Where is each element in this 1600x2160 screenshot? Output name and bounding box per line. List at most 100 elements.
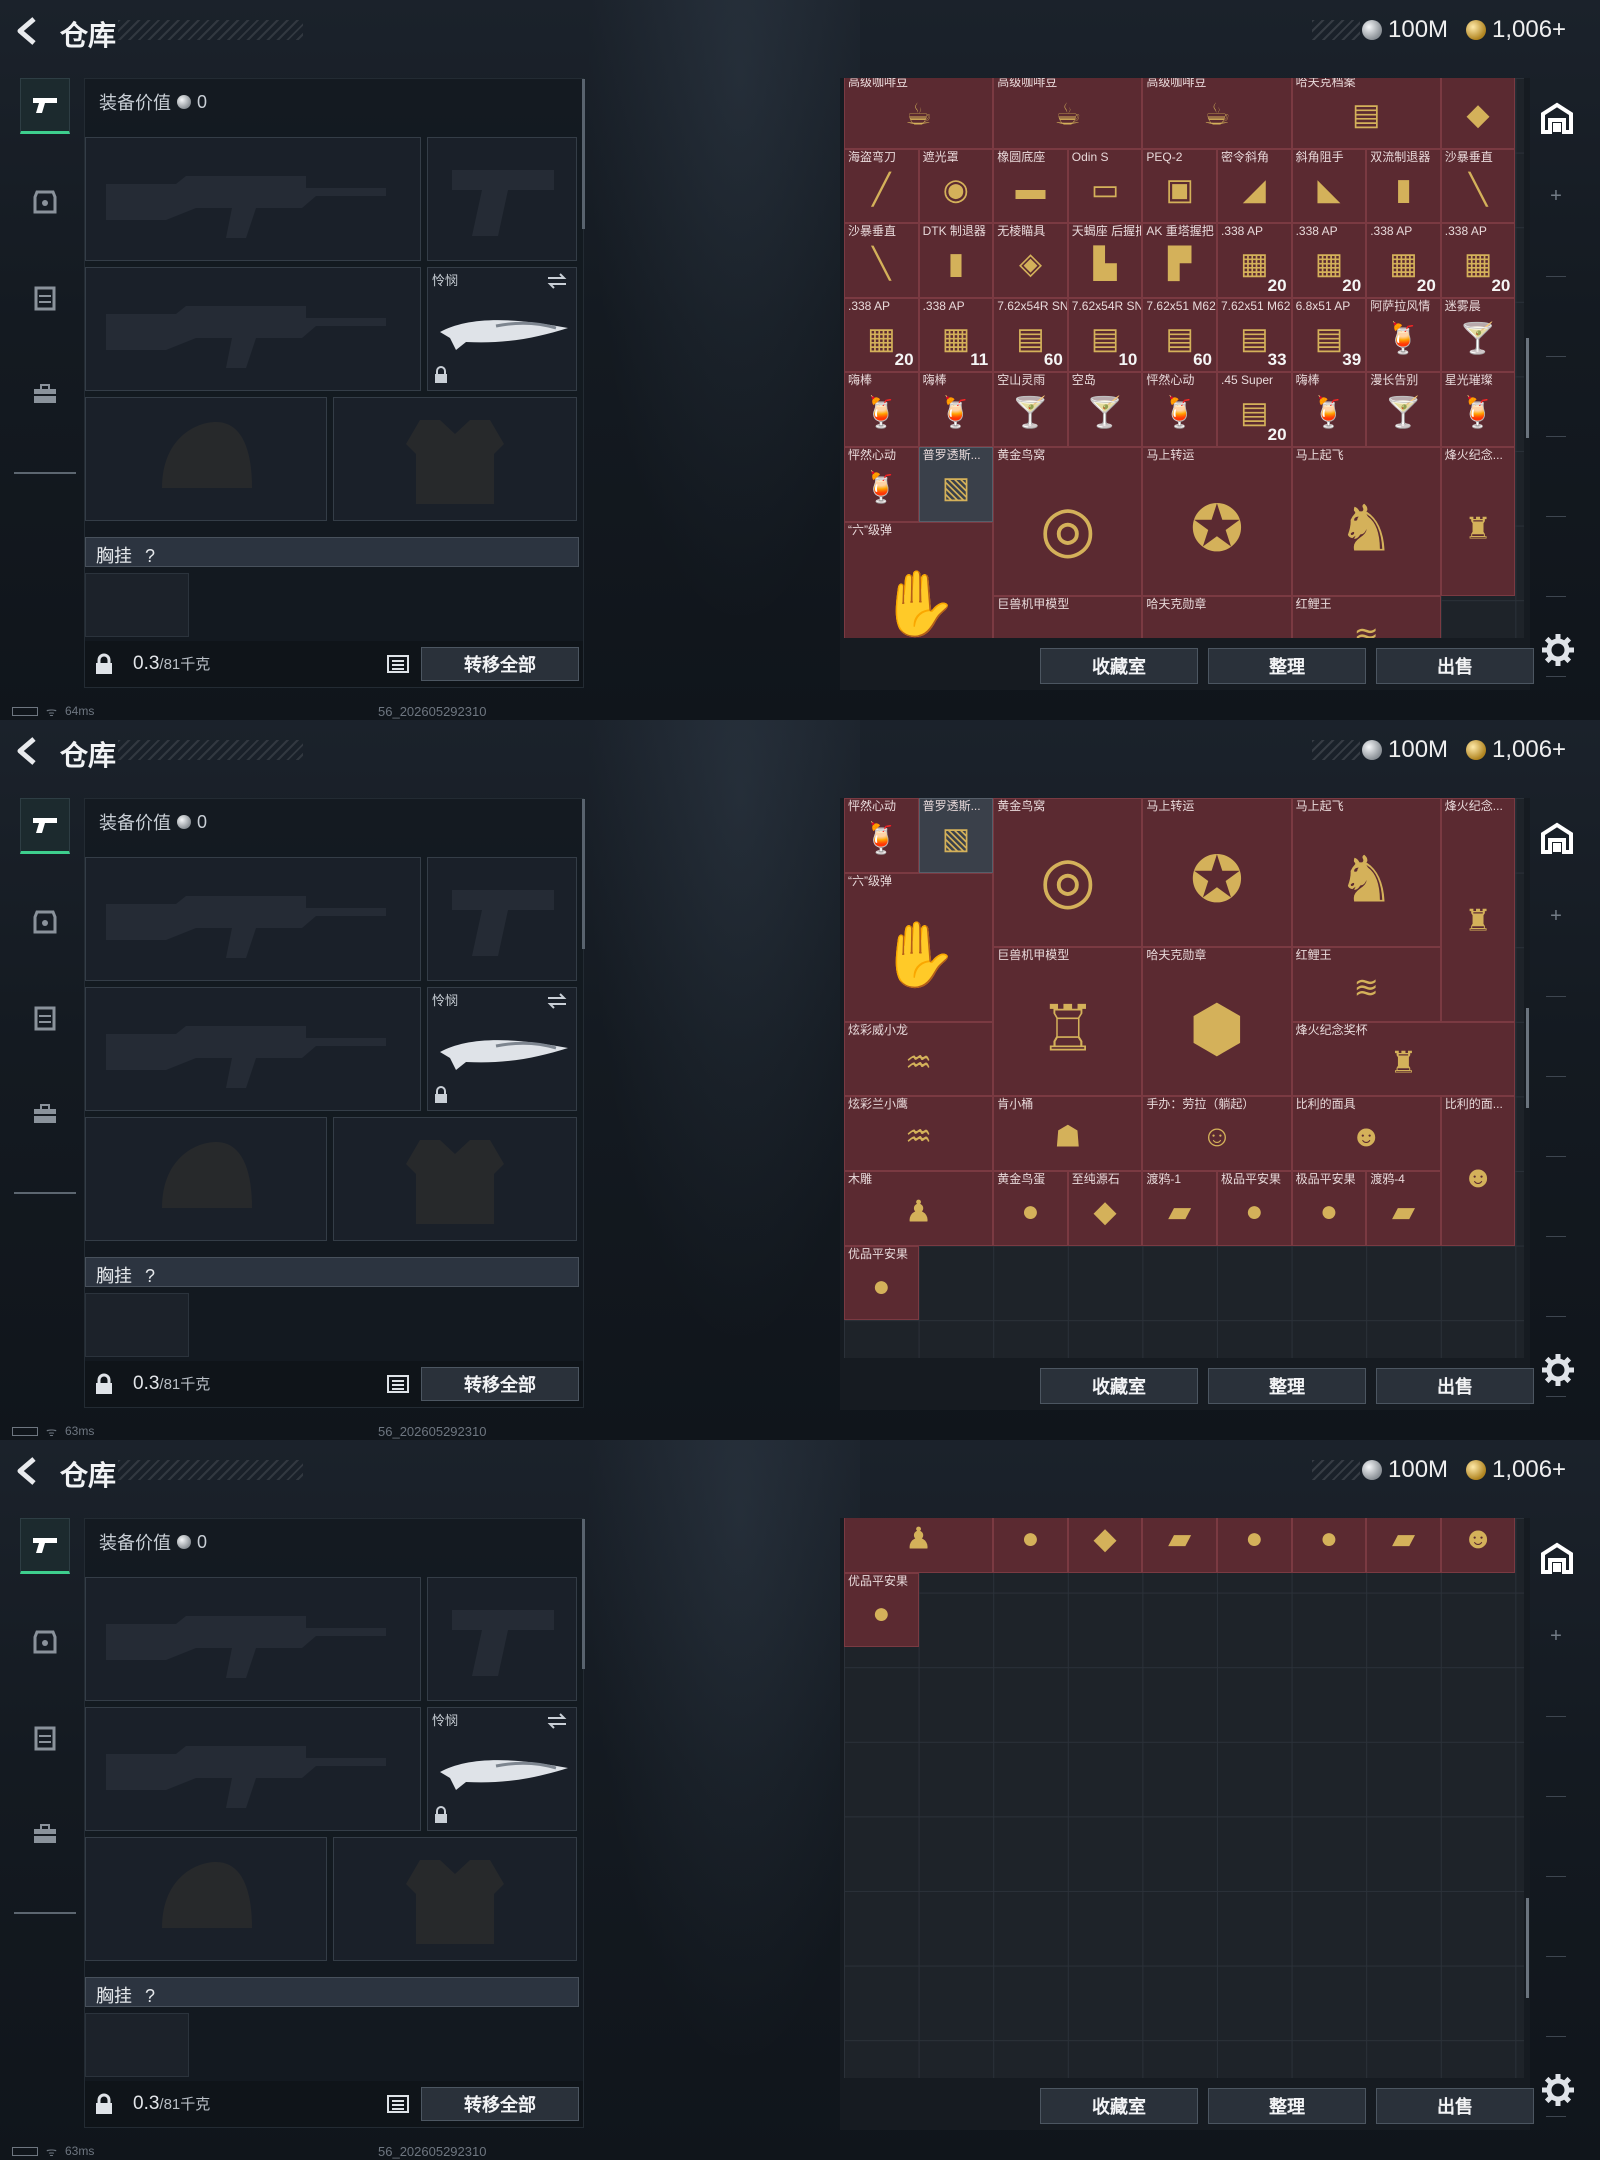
inventory-item[interactable]: ╲ 沙暴垂直 xyxy=(1440,148,1516,224)
warehouse-tab-button[interactable] xyxy=(1536,818,1578,860)
warehouse-tab-button[interactable] xyxy=(1536,1538,1578,1580)
inventory-item[interactable]: ◆ xyxy=(1440,78,1516,149)
settings-gear-icon[interactable] xyxy=(1540,1352,1576,1388)
swap-icon[interactable] xyxy=(546,992,568,1010)
inventory-item[interactable]: ▦ .338 AP 20 xyxy=(1217,223,1292,298)
help-icon[interactable]: ? xyxy=(145,1986,155,2006)
silver-currency[interactable]: 100M xyxy=(1362,735,1448,765)
settings-gear-icon[interactable] xyxy=(1540,632,1576,668)
chest-rig-slot[interactable] xyxy=(85,1293,189,1357)
transfer-all-button[interactable]: 转移全部 xyxy=(421,647,579,681)
chest-rig-slot[interactable] xyxy=(85,573,189,637)
pistol-slot[interactable] xyxy=(427,857,577,981)
inventory-item[interactable]: ◣ 斜角阻手 xyxy=(1291,148,1367,224)
transfer-all-button[interactable]: 转移全部 xyxy=(421,2087,579,2121)
inventory-item[interactable]: ╱ 海盗弯刀 xyxy=(844,148,919,224)
organize-button[interactable]: 整理 xyxy=(1208,648,1366,684)
inventory-item[interactable]: 🍸 漫长告别 xyxy=(1366,372,1441,447)
inventory-item[interactable]: ☕ 高级咖啡豆 xyxy=(1142,78,1292,149)
inventory-item[interactable]: ● 优品平安果 xyxy=(844,1572,919,1648)
inventory-item[interactable]: ▰ 渡鸦-1 xyxy=(1142,1171,1217,1246)
lock-icon[interactable] xyxy=(93,1373,115,1395)
inventory-item[interactable]: ▦ .338 AP 11 xyxy=(918,297,994,373)
inventory-item[interactable]: ✋ “六”级弹 xyxy=(844,521,994,638)
inventory-item[interactable]: ▭ Odin S xyxy=(1067,148,1143,224)
storage-scrollbar[interactable] xyxy=(1526,1898,1529,1998)
inventory-item[interactable]: ◉ 遮光罩 xyxy=(918,148,994,224)
inventory-item[interactable]: 🍸 迷雾晨 xyxy=(1440,297,1516,373)
helmet-slot[interactable] xyxy=(85,1117,327,1241)
equipment-scrollbar[interactable] xyxy=(582,799,585,949)
inventory-item[interactable]: 🍹 嗨棒 xyxy=(1291,372,1367,447)
inventory-item[interactable]: ✪ 马上转运 xyxy=(1142,798,1292,948)
collection-button[interactable]: 收藏室 xyxy=(1040,1368,1198,1404)
inventory-item[interactable]: ▦ .338 AP 20 xyxy=(1291,223,1367,298)
melee-slot[interactable]: 怜悯 xyxy=(427,987,577,1111)
inventory-item[interactable]: 🍹 星光璀璨 xyxy=(1440,372,1516,447)
swap-icon[interactable] xyxy=(546,272,568,290)
inventory-item[interactable]: ● 黄金鸟蛋 xyxy=(993,1171,1068,1246)
inventory-item[interactable]: ♖ 巨兽机甲模型 xyxy=(993,947,1143,1097)
silver-currency[interactable]: 100M xyxy=(1362,1455,1448,1485)
inventory-item[interactable]: 🍹 嗨棒 xyxy=(844,372,919,447)
back-arrow-icon[interactable] xyxy=(14,736,42,766)
inventory-item[interactable]: ▛ AK 重塔握把 xyxy=(1142,223,1217,298)
inventory-item[interactable]: ▬ 橡圆底座 xyxy=(993,148,1068,224)
help-icon[interactable]: ? xyxy=(145,546,155,566)
lock-icon[interactable] xyxy=(93,653,115,675)
inventory-item[interactable]: ≋ 红鲤王 xyxy=(1291,947,1441,1022)
inventory-item[interactable]: ● 极品平安果 xyxy=(1291,1171,1367,1246)
inventory-item[interactable]: ☕ 高级咖啡豆 xyxy=(844,78,994,149)
primary-weapon-slot[interactable] xyxy=(85,1577,421,1701)
melee-slot[interactable]: 怜悯 xyxy=(427,267,577,391)
inventory-item[interactable]: 🍸 空岛 xyxy=(1067,372,1143,447)
inventory-item[interactable]: ▦ .338 AP 20 xyxy=(1366,223,1441,298)
secondary-weapon-slot[interactable] xyxy=(85,1707,421,1831)
inventory-item[interactable]: ▮ 双流制退器 xyxy=(1366,148,1441,224)
inventory-item[interactable]: ▤ 7.62x54R SNB 10 xyxy=(1067,297,1143,373)
sidebar-tab-backpack[interactable] xyxy=(20,366,70,422)
inventory-item[interactable]: ▧ 普罗透斯... xyxy=(918,798,994,873)
chest-rig-bar[interactable]: 胸挂 ? xyxy=(85,1257,579,1287)
inventory-item[interactable]: ◈ 无棱瞄具 xyxy=(993,223,1068,298)
inventory-item[interactable]: 🍹 嗨棒 xyxy=(918,372,994,447)
inventory-item[interactable]: ♒ 炫彩威小龙 xyxy=(844,1021,994,1097)
settings-gear-icon[interactable] xyxy=(1540,2072,1576,2108)
primary-weapon-slot[interactable] xyxy=(85,857,421,981)
sidebar-tab-vest[interactable] xyxy=(20,270,70,326)
inventory-item[interactable]: ☕ 高级咖啡豆 xyxy=(993,78,1143,149)
inventory-item[interactable]: ♟ xyxy=(844,1518,994,1573)
inventory-item[interactable]: ▤ .45 Super 20 xyxy=(1217,372,1292,447)
storage-scrollbar[interactable] xyxy=(1526,1008,1529,1108)
sidebar-tab-weapons[interactable] xyxy=(20,798,70,854)
inventory-item[interactable]: ♜ 烽火纪念奖杯 xyxy=(1291,1021,1516,1097)
inventory-item[interactable]: ◢ 密令斜角 xyxy=(1217,148,1292,224)
inventory-item[interactable]: ▰ xyxy=(1142,1518,1217,1573)
silver-currency[interactable]: 100M xyxy=(1362,15,1448,45)
pistol-slot[interactable] xyxy=(427,1577,577,1701)
inventory-item[interactable]: 🍹 怦然心动 xyxy=(844,798,919,873)
storage-scrollbar[interactable] xyxy=(1526,338,1529,438)
gold-currency[interactable]: 1,006+ xyxy=(1466,1455,1566,1485)
sidebar-tab-armor[interactable] xyxy=(20,174,70,230)
inventory-item[interactable]: ♞ 马上起飞 xyxy=(1291,447,1441,597)
inventory-item[interactable]: 🍹 怦然心动 xyxy=(844,447,919,522)
inventory-item[interactable]: ◆ xyxy=(1067,1518,1143,1573)
swap-icon[interactable] xyxy=(546,1712,568,1730)
inventory-item[interactable]: ◎ 黄金鸟窝 xyxy=(993,798,1143,948)
body-armor-slot[interactable] xyxy=(333,1117,577,1241)
inventory-item[interactable]: ♜ 烽火纪念... xyxy=(1440,798,1516,1022)
inventory-item[interactable]: ● 极品平安果 xyxy=(1217,1171,1292,1246)
body-armor-slot[interactable] xyxy=(333,397,577,521)
inventory-item[interactable]: ▣ PEQ-2 xyxy=(1142,148,1217,224)
inventory-item[interactable]: ☺ 手办：劳拉（躺起） xyxy=(1142,1096,1292,1171)
sell-button[interactable]: 出售 xyxy=(1376,2088,1534,2124)
inventory-item[interactable]: ≋ 红鲤王 xyxy=(1291,596,1441,638)
helmet-slot[interactable] xyxy=(85,1837,327,1961)
sidebar-tab-vest[interactable] xyxy=(20,1710,70,1766)
sell-button[interactable]: 出售 xyxy=(1376,648,1534,684)
inventory-item[interactable]: ▰ xyxy=(1366,1518,1441,1573)
inventory-item[interactable]: ☻ 比利的面... xyxy=(1440,1096,1516,1246)
inventory-item[interactable]: ● xyxy=(1291,1518,1367,1573)
secondary-weapon-slot[interactable] xyxy=(85,267,421,391)
